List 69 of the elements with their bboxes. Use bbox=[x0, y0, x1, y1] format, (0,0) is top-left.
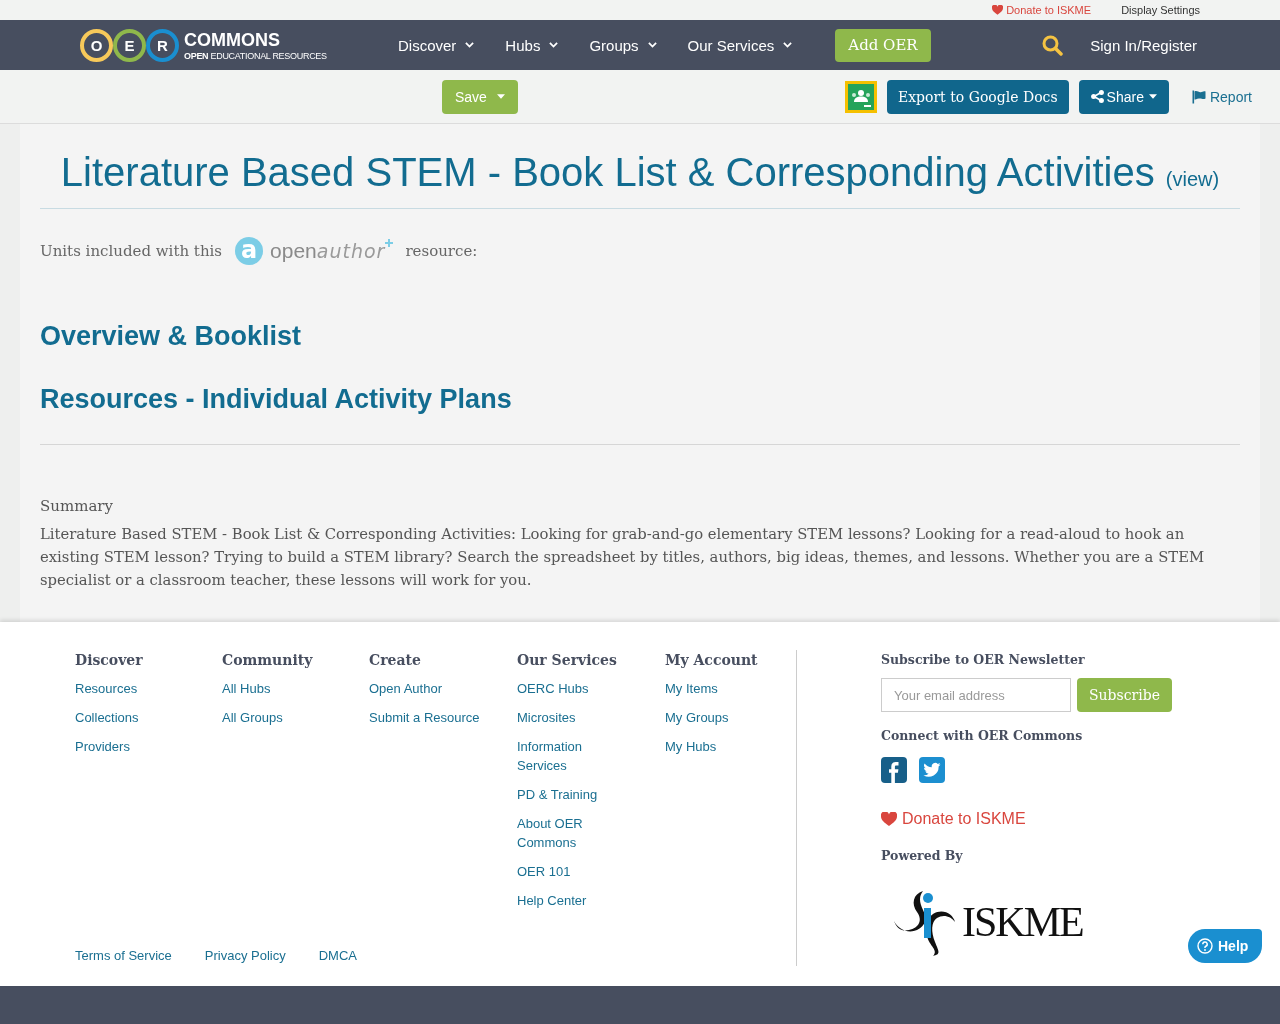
footer-link[interactable]: Submit a Resource bbox=[369, 708, 480, 727]
help-icon bbox=[1197, 938, 1213, 954]
sign-in-link[interactable]: Sign In/Register bbox=[1090, 36, 1197, 54]
units-label: resource: bbox=[405, 242, 478, 260]
legal-link[interactable]: Privacy Policy bbox=[204, 946, 286, 965]
share-icon bbox=[1090, 90, 1104, 103]
classroom-icon[interactable] bbox=[844, 80, 877, 113]
footer-link[interactable]: Resources bbox=[75, 679, 138, 698]
summary-label: Summary bbox=[40, 496, 113, 517]
powered-by-label: Powered By bbox=[881, 847, 963, 865]
footer-heading: Create bbox=[369, 651, 421, 670]
email-field[interactable]: Your email address bbox=[881, 678, 1071, 712]
heart-icon bbox=[992, 5, 1004, 15]
logo-letter: R bbox=[146, 28, 179, 62]
footer-link[interactable]: My Hubs bbox=[665, 737, 717, 756]
connect-heading: Connect with OER Commons bbox=[881, 727, 1083, 745]
newsletter-heading: Subscribe to OER Newsletter bbox=[881, 651, 1085, 669]
donate-link[interactable]: Donate to ISKME bbox=[992, 4, 1092, 16]
footer-link[interactable]: Providers bbox=[75, 737, 130, 756]
heart-icon bbox=[881, 812, 897, 826]
openauthor-logo-text: openauthor bbox=[270, 239, 386, 263]
footer-link[interactable]: OERC Hubs bbox=[517, 679, 589, 698]
summary-text: Literature Based STEM - Book List & Corresponding Activities: Looking for grab-and-go elementary STEM lessons? Looking for a read-aloud to hook an existing STEM lesson? Trying to build a STEM library? Search the spreadsheet by titles, authors, big ideas, themes, and lessons. Whether you are a STEM specialist or a classroom teacher, these lessons will work for you. bbox=[40, 524, 1206, 590]
footer-link[interactable]: My Groups bbox=[665, 708, 729, 727]
display-settings-link[interactable]: Display Settings bbox=[1121, 4, 1200, 16]
footer-heading: Community bbox=[222, 651, 313, 670]
legal-link[interactable]: DMCA bbox=[318, 946, 357, 965]
footer-link[interactable]: Information Services bbox=[517, 737, 631, 775]
help-button[interactable]: Help bbox=[1188, 929, 1263, 963]
view-link[interactable]: (view) bbox=[1165, 168, 1220, 190]
footer-link[interactable]: Microsites bbox=[517, 708, 576, 727]
unit-link[interactable]: Resources - Individual Activity Plans bbox=[40, 381, 512, 417]
footer-link[interactable]: Open Author bbox=[369, 679, 442, 698]
unit-link[interactable]: Overview & Booklist bbox=[40, 318, 302, 354]
resource-title: Literature Based STEM - Book List & Corresponding Activities bbox=[60, 150, 1155, 194]
caret-icon bbox=[1148, 94, 1157, 99]
nav-menu-item[interactable]: Hubs bbox=[505, 36, 559, 54]
units-label: Units included with this bbox=[40, 242, 223, 260]
plus-icon bbox=[385, 239, 394, 247]
logo-letter: E bbox=[113, 28, 146, 62]
footer-heading: Our Services bbox=[517, 651, 617, 670]
logo-letter: O bbox=[80, 28, 113, 62]
nav-menu-item[interactable]: Discover bbox=[398, 36, 475, 54]
legal-link[interactable]: Terms of Service bbox=[75, 946, 172, 965]
logo-tagline: OPEN EDUCATIONAL RESOURCES bbox=[184, 51, 327, 61]
footer-link[interactable]: All Hubs bbox=[222, 679, 271, 698]
partner-logo-text: ISKME bbox=[962, 901, 1083, 943]
openauthor-logo-badge: a bbox=[235, 237, 264, 265]
nav-menu-item[interactable]: Groups bbox=[589, 36, 657, 54]
donate-link[interactable]: Donate to ISKME bbox=[881, 810, 1026, 828]
footer-heading: Discover bbox=[75, 651, 143, 670]
footer-heading: My Account bbox=[665, 651, 758, 670]
twitter-icon[interactable] bbox=[919, 757, 945, 783]
footer-link[interactable]: About OER Commons bbox=[517, 814, 631, 852]
share-button[interactable]: Share bbox=[1078, 79, 1169, 114]
report-link[interactable]: Report bbox=[1191, 88, 1252, 105]
search-icon[interactable] bbox=[1042, 34, 1064, 56]
footer-link[interactable]: OER 101 bbox=[517, 862, 571, 881]
nav-menu-item[interactable]: Our Services bbox=[687, 36, 793, 54]
logo-wordmark: COMMONS bbox=[184, 29, 280, 51]
caret-icon bbox=[496, 94, 505, 99]
flag-icon bbox=[1191, 89, 1206, 104]
export-button[interactable]: Export to Google Docs bbox=[886, 79, 1069, 114]
facebook-icon[interactable] bbox=[881, 757, 907, 783]
footer-link[interactable]: Collections bbox=[75, 708, 139, 727]
footer-link[interactable]: Help Center bbox=[517, 891, 587, 910]
footer-link[interactable]: PD & Training bbox=[517, 785, 598, 804]
footer-link[interactable]: All Groups bbox=[222, 708, 283, 727]
footer-link[interactable]: My Items bbox=[665, 679, 718, 698]
